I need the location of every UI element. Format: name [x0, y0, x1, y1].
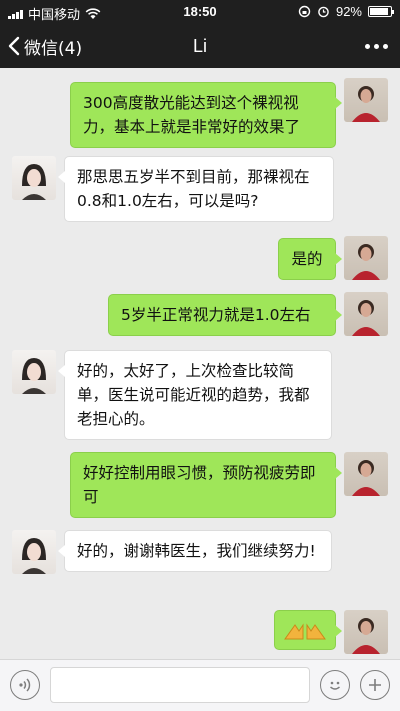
message-input[interactable]: [50, 667, 310, 703]
message-text: 300高度散光能达到这个裸视视力，基本上就是非常好的效果了: [83, 94, 301, 136]
plus-icon: [369, 679, 381, 691]
avatar[interactable]: [344, 78, 388, 122]
battery-icon: [368, 6, 394, 17]
message-text: 好的，太好了，上次检查比较简单，医生说可能近视的趋势，我都老担心的。: [77, 362, 310, 428]
avatar[interactable]: [12, 156, 56, 200]
input-bar: [0, 659, 400, 711]
message-bubble[interactable]: 好好控制用眼习惯，预防视疲劳即可: [70, 452, 342, 518]
hands-emoji-icon: [284, 623, 326, 640]
add-button[interactable]: [360, 670, 390, 700]
message-row: 那思思五岁半不到目前，那裸视在0.8和1.0左右，可以是吗?: [0, 156, 400, 226]
message-text: 那思思五岁半不到目前，那裸视在0.8和1.0左右，可以是吗?: [77, 168, 310, 210]
message-row: 好好控制用眼习惯，预防视疲劳即可: [0, 452, 400, 518]
more-dot-icon: [374, 43, 379, 49]
battery-percent: 92%: [335, 4, 362, 19]
message-row: [0, 610, 400, 656]
message-row: 是的: [0, 236, 400, 280]
avatar[interactable]: [344, 452, 388, 496]
message-text: 好好控制用眼习惯，预防视疲劳即可: [83, 464, 316, 506]
nav-bar: 微信(4) Li: [0, 24, 400, 68]
more-dot-icon: [383, 43, 388, 49]
back-label: 微信(4): [24, 38, 83, 59]
message-row: 好的，太好了，上次检查比较简单，医生说可能近视的趋势，我都老担心的。: [0, 350, 400, 442]
emoji-button[interactable]: [320, 670, 350, 700]
more-dot-icon: [365, 43, 370, 49]
message-bubble[interactable]: 好的，太好了，上次检查比较简单，医生说可能近视的趋势，我都老担心的。: [58, 350, 332, 440]
status-right: 92%: [298, 4, 394, 19]
chevron-left-icon: [8, 36, 20, 56]
back-button[interactable]: 微信(4): [8, 24, 82, 68]
message-bubble[interactable]: 5岁半正常视力就是1.0左右: [108, 294, 342, 336]
avatar[interactable]: [12, 530, 56, 574]
message-bubble[interactable]: [274, 610, 342, 650]
message-row: 300高度散光能达到这个裸视视力，基本上就是非常好的效果了: [0, 78, 400, 148]
message-text: 5岁半正常视力就是1.0左右: [121, 306, 311, 324]
message-text: 好的，谢谢韩医生，我们继续努力!: [77, 542, 316, 560]
avatar[interactable]: [344, 610, 388, 654]
message-bubble[interactable]: 好的，谢谢韩医生，我们继续努力!: [58, 530, 332, 572]
avatar[interactable]: [344, 236, 388, 280]
message-text: 是的: [291, 250, 323, 268]
avatar[interactable]: [344, 292, 388, 336]
alarm-icon: [318, 6, 329, 18]
smiley-icon: [330, 681, 340, 690]
chat-area[interactable]: 300高度散光能达到这个裸视视力，基本上就是非常好的效果了 那思思五岁半不到目前…: [0, 68, 400, 659]
message-row: 好的，谢谢韩医生，我们继续努力!: [0, 530, 400, 598]
message-bubble[interactable]: 是的: [278, 238, 342, 280]
voice-icon: [19, 678, 31, 692]
avatar[interactable]: [12, 350, 56, 394]
message-bubble[interactable]: 300高度散光能达到这个裸视视力，基本上就是非常好的效果了: [70, 82, 342, 148]
chat-title: Li: [192, 36, 207, 56]
message-bubble[interactable]: 那思思五岁半不到目前，那裸视在0.8和1.0左右，可以是吗?: [58, 156, 334, 222]
orientation-lock-icon: [298, 5, 311, 18]
voice-button[interactable]: [10, 670, 40, 700]
status-bar: 中国移动 18:50 92%: [0, 0, 400, 24]
message-row: 5岁半正常视力就是1.0左右: [0, 292, 400, 336]
more-button[interactable]: [365, 24, 388, 68]
